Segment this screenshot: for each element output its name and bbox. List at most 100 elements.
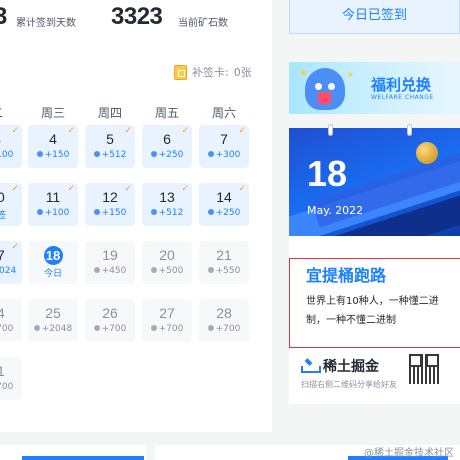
day-cell[interactable]: 3+100✓ xyxy=(0,125,22,168)
day-cell: 20 +500 xyxy=(142,241,192,284)
star-icon: ★ xyxy=(299,68,308,79)
check-icon: ✓ xyxy=(11,126,19,136)
bottom-card-image xyxy=(22,456,144,460)
ore-icon xyxy=(207,325,214,331)
day-cell[interactable]: 14 +250 ✓ xyxy=(199,183,249,226)
day-number: 18 xyxy=(43,246,63,265)
check-icon: ✓ xyxy=(67,184,75,194)
day-reward: +100 xyxy=(28,208,78,218)
day-reward: +150 xyxy=(85,208,135,218)
day-cell[interactable]: 13 +512 ✓ xyxy=(142,183,192,226)
ore-icon xyxy=(207,209,214,215)
day-cell[interactable]: 11 +100 ✓ xyxy=(28,183,78,226)
day-cell: 28 +700 xyxy=(199,299,249,342)
day-reward: +700 xyxy=(0,324,22,334)
day-number: 24 xyxy=(0,305,5,321)
banner-title: 福利兑换 xyxy=(371,76,432,94)
star-icon: ★ xyxy=(347,70,355,79)
day-number: 25 xyxy=(45,305,61,321)
ore-icon xyxy=(36,209,43,215)
day-reward-text: 补签 xyxy=(0,211,6,221)
day-reward-text: +450 xyxy=(101,266,127,276)
juejin-logo-icon xyxy=(301,360,321,373)
check-icon: ✓ xyxy=(67,126,75,136)
mascot-icon xyxy=(305,68,345,110)
brand-name: 稀土掘金 xyxy=(323,359,379,375)
day-cell[interactable]: 4 +150 ✓ xyxy=(28,125,78,168)
day-cell[interactable]: 18 今日 xyxy=(28,241,78,284)
day-cell: 31 +700 xyxy=(0,357,22,400)
consecutive-days-label: 累计签到天数 xyxy=(16,18,76,29)
day-cell[interactable]: 5 +512 ✓ xyxy=(85,125,135,168)
day-cell[interactable]: 10补签✓ xyxy=(0,183,22,226)
stats-bar: 3 累计签到天数 3323 当前矿石数 xyxy=(0,0,272,34)
day-cell[interactable]: 12 +150 ✓ xyxy=(85,183,135,226)
day-reward: 今日 xyxy=(28,266,78,279)
highlight-box xyxy=(289,258,460,348)
day-reward-text: +250 xyxy=(215,208,241,218)
day-reward: +700 xyxy=(199,324,249,334)
day-cell: 21 +550 xyxy=(199,241,249,284)
check-icon: ✓ xyxy=(238,126,246,136)
day-reward-text: +700 xyxy=(158,324,184,334)
day-cell[interactable]: 6 +250 ✓ xyxy=(142,125,192,168)
day-number: 19 xyxy=(102,247,118,263)
welfare-exchange-banner[interactable]: ★ ★ 福利兑换 WELFARE CHANGE xyxy=(289,62,460,114)
binder-ring-icon xyxy=(407,124,412,136)
day-reward: +550 xyxy=(199,266,249,276)
calendar-day: 18 xyxy=(307,153,348,194)
day-cell: 26 +700 xyxy=(85,299,135,342)
ore-icon xyxy=(93,267,100,273)
makeup-card-count: 0张 xyxy=(233,66,252,79)
day-reward-text: +700 xyxy=(0,324,14,334)
calendar-month-year: May. 2022 xyxy=(307,204,364,217)
day-cell[interactable]: 7 +300 ✓ xyxy=(199,125,249,168)
page: { "stats": { "consecutive_value": "3", "… xyxy=(0,0,460,460)
makeup-card-icon xyxy=(174,64,187,80)
binder-ring-icon xyxy=(328,124,333,136)
day-reward-text: +2048 xyxy=(41,324,73,334)
check-icon: ✓ xyxy=(124,126,132,136)
day-reward: +450 xyxy=(85,266,135,276)
check-icon: ✓ xyxy=(238,184,246,194)
ore-icon xyxy=(33,325,40,331)
ore-icon xyxy=(93,325,100,331)
day-reward-text: +250 xyxy=(158,150,184,160)
day-reward-text: +550 xyxy=(215,266,241,276)
banner-subtitle: WELFARE CHANGE xyxy=(371,94,434,101)
day-cell[interactable]: 17+1024✓ xyxy=(0,241,22,284)
day-reward: +250 xyxy=(142,150,192,160)
ore-icon xyxy=(207,267,214,273)
checkin-calendar-panel: 3 累计签到天数 3323 当前矿石数 补签卡: 0张 二 周三 周四 周五 周六 3 +… xyxy=(0,0,272,432)
ore-icon xyxy=(150,151,157,157)
check-icon: ✓ xyxy=(181,126,189,136)
day-reward-text: +150 xyxy=(44,150,70,160)
share-hint: 扫描右侧二维码分享给好友 xyxy=(301,380,397,389)
ore-count-value: 3323 xyxy=(111,3,163,30)
day-reward-text: +700 xyxy=(101,324,127,334)
weekday-label: 周五 xyxy=(154,106,179,120)
ore-icon xyxy=(93,209,100,215)
ore-icon xyxy=(150,267,157,273)
day-reward: +700 xyxy=(142,324,192,334)
day-reward: +1024 xyxy=(0,266,22,276)
day-number: 21 xyxy=(216,247,232,263)
check-icon: ✓ xyxy=(11,242,19,252)
ore-icon xyxy=(150,325,157,331)
ore-icon xyxy=(93,151,100,157)
check-icon: ✓ xyxy=(181,184,189,194)
day-reward-text: +512 xyxy=(101,150,127,160)
check-icon: ✓ xyxy=(11,184,19,194)
day-reward: +100 xyxy=(0,150,22,160)
ore-icon xyxy=(207,151,214,157)
signed-today-button[interactable]: 今日已签到 xyxy=(289,0,460,34)
day-reward: +500 xyxy=(142,266,192,276)
day-reward-text: +150 xyxy=(101,208,127,218)
day-reward: +512 xyxy=(85,150,135,160)
day-number: 20 xyxy=(159,247,175,263)
day-reward-text: +500 xyxy=(158,266,184,276)
ore-count-label: 当前矿石数 xyxy=(178,18,228,29)
day-reward: +512 xyxy=(142,208,192,218)
mascot-eye xyxy=(315,83,322,90)
ball-icon xyxy=(416,142,438,164)
